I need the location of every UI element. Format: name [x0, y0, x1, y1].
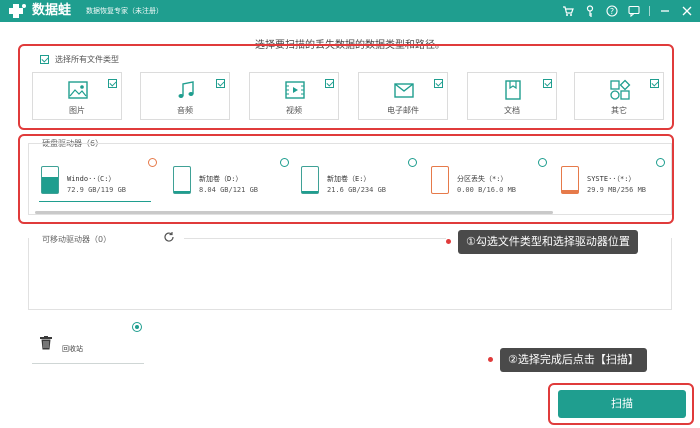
file-type-document[interactable]: 文档 — [467, 72, 557, 120]
disk-radio[interactable] — [656, 158, 665, 167]
title-bar: 数据蛙 数据恢复专家（未注册） ? — [0, 0, 700, 22]
callout-step1: ①勾选文件类型和选择驱动器位置 — [458, 230, 638, 254]
disk-name: 分区丢失（*:） — [457, 175, 508, 183]
other-icon — [610, 79, 631, 100]
select-all-checkbox[interactable] — [40, 55, 49, 64]
disk-name: 新加卷（E:） — [327, 175, 371, 183]
file-type-email-checkbox[interactable] — [434, 79, 443, 88]
disk-item[interactable]: SYSTE··（*:） 29.9 MB/256 MB — [553, 144, 671, 216]
help-icon[interactable]: ? — [605, 4, 619, 18]
key-icon[interactable] — [583, 4, 597, 18]
callout-step1-dot — [446, 239, 451, 244]
file-type-audio-label: 音频 — [177, 106, 193, 115]
disk-name: 新加卷（D:） — [199, 175, 243, 183]
disk-size: 72.9 GB/119 GB — [67, 186, 127, 194]
file-type-image-label: 图片 — [69, 106, 85, 115]
drive-usage-fill — [42, 177, 58, 193]
file-type-image-checkbox[interactable] — [108, 79, 117, 88]
recycle-bin-radio[interactable] — [132, 322, 142, 332]
disk-radio[interactable] — [408, 158, 417, 167]
minimize-icon[interactable] — [658, 4, 672, 18]
drive-icon — [41, 166, 59, 194]
disk-item[interactable]: Windo··（C:） 72.9 GB/119 GB — [33, 144, 163, 216]
file-type-other[interactable]: 其它 — [574, 72, 664, 120]
app-name: 数据蛙 — [32, 3, 72, 18]
disk-radio[interactable] — [538, 158, 547, 167]
music-icon — [178, 81, 194, 98]
disk-item[interactable]: 新加卷（D:） 8.04 GB/121 GB — [165, 144, 295, 216]
disk-item[interactable]: 分区丢失（*:） 0.00 B/16.0 MB — [423, 144, 553, 216]
disk-name: SYSTE··（*:） — [587, 175, 636, 183]
svg-text:?: ? — [610, 7, 614, 16]
recycle-bin-label: 回收站 — [62, 345, 83, 353]
file-type-image[interactable]: 图片 — [32, 72, 122, 120]
disk-size: 21.6 GB/234 GB — [327, 186, 387, 194]
cart-icon[interactable] — [561, 4, 575, 18]
drive-usage-fill — [562, 189, 578, 193]
toolbar-separator — [649, 6, 650, 16]
window-controls: ? — [561, 2, 694, 20]
file-type-video-checkbox[interactable] — [325, 79, 334, 88]
app-subtitle: 数据恢复专家（未注册） — [86, 7, 163, 15]
close-icon[interactable] — [680, 4, 694, 18]
disk-scrollbar[interactable] — [35, 211, 553, 214]
drive-icon — [431, 166, 449, 194]
disk-size: 0.00 B/16.0 MB — [457, 186, 517, 194]
feedback-icon[interactable] — [627, 4, 641, 18]
disk-item[interactable]: 新加卷（E:） 21.6 GB/234 GB — [293, 144, 423, 216]
drive-icon — [173, 166, 191, 194]
file-type-document-label: 文档 — [504, 106, 520, 115]
file-type-document-checkbox[interactable] — [543, 79, 552, 88]
file-type-list: 图片 音频 视频 电子邮件 文档 其它 — [32, 72, 664, 120]
disk-list: Windo··（C:） 72.9 GB/119 GB 新加卷（D:） 8.04 … — [28, 143, 672, 215]
file-type-video-label: 视频 — [286, 106, 302, 115]
disk-radio[interactable] — [148, 158, 157, 167]
callout-step2: ②选择完成后点击【扫描】 — [500, 348, 647, 372]
file-type-other-label: 其它 — [611, 106, 627, 115]
email-icon — [394, 83, 414, 98]
recycle-bin-item[interactable]: 回收站 — [32, 322, 144, 364]
disk-size: 29.9 MB/256 MB — [587, 186, 647, 194]
select-all-label: 选择所有文件类型 — [55, 55, 119, 64]
drive-icon — [301, 166, 319, 194]
disk-name: Windo··（C:） — [67, 175, 116, 183]
drive-usage-fill — [174, 191, 190, 193]
file-type-video[interactable]: 视频 — [249, 72, 339, 120]
file-type-email-label: 电子邮件 — [387, 106, 419, 115]
logo-icon — [9, 4, 26, 18]
document-icon — [505, 80, 521, 100]
video-icon — [285, 81, 305, 99]
file-type-audio[interactable]: 音频 — [140, 72, 230, 120]
drive-icon — [561, 166, 579, 194]
drive-usage-fill — [302, 190, 318, 193]
file-type-email[interactable]: 电子邮件 — [358, 72, 448, 120]
file-type-other-checkbox[interactable] — [650, 79, 659, 88]
disk-radio[interactable] — [280, 158, 289, 167]
callout-step2-dot — [488, 357, 493, 362]
trash-icon — [40, 336, 52, 350]
file-type-audio-checkbox[interactable] — [216, 79, 225, 88]
disk-size: 8.04 GB/121 GB — [199, 186, 259, 194]
image-icon — [68, 81, 88, 99]
select-all-file-types[interactable]: 选择所有文件类型 — [40, 54, 119, 65]
scan-button[interactable]: 扫描 — [558, 390, 686, 418]
